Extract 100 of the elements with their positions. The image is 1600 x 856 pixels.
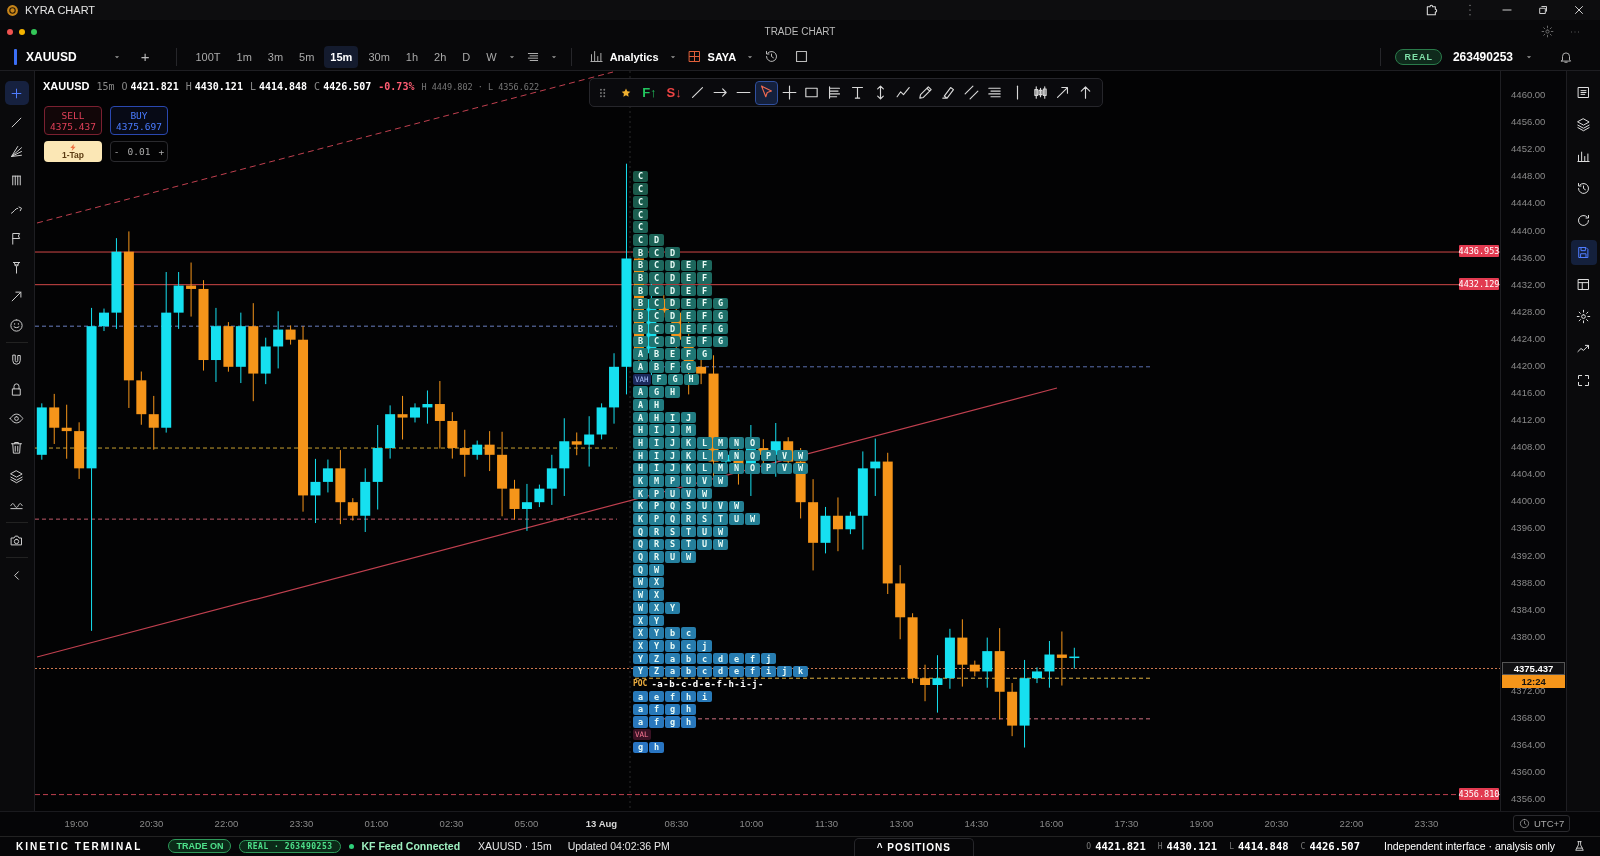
bearish-candle — [434, 380, 445, 450]
tpo-letter: C — [633, 183, 648, 195]
tpo-letter: g — [633, 741, 648, 754]
interval-tab[interactable]: 2h — [428, 45, 453, 68]
tpo-letter: a — [665, 652, 680, 665]
interval-tab[interactable]: 1h — [399, 45, 425, 68]
time-tick-label: 19:00 — [63, 818, 90, 830]
ohlc-key: L — [1229, 841, 1234, 851]
tpo-letter: P — [649, 500, 664, 513]
price-tick-label: 4448.00 — [1511, 170, 1546, 182]
interval-tab[interactable]: 5m — [293, 45, 321, 68]
tpo-letter: W — [681, 551, 696, 563]
tpo-letter: b — [681, 665, 696, 678]
analytics-menu[interactable]: Analytics — [583, 45, 664, 68]
tpo-letter: C — [633, 234, 648, 246]
layout-menu[interactable]: SAYA — [681, 45, 742, 68]
time-tick-label: 11:30 — [813, 818, 840, 830]
legend-value: 4421.821 — [130, 81, 179, 93]
tpo-letter: G — [713, 310, 728, 322]
settings-icon[interactable] — [1541, 24, 1554, 39]
bearish-candle — [136, 371, 147, 426]
time-tick-label: 14:30 — [963, 818, 990, 830]
bullish-candle — [870, 438, 881, 497]
tpo-letter: X — [649, 602, 664, 614]
interval-tab[interactable]: 15m — [324, 45, 359, 68]
save-icon[interactable] — [1570, 240, 1597, 266]
tpo-letter: G — [667, 373, 683, 386]
zoom-dot-icon[interactable] — [31, 28, 37, 35]
tpo-letter: S — [681, 500, 696, 513]
interval-tab[interactable]: 3m — [261, 45, 290, 68]
tpo-letter: j — [761, 652, 776, 665]
ohlc-value: 4414.848 — [1238, 840, 1289, 853]
symbol-interval: XAUUSD · 15m — [478, 840, 552, 853]
quantity-field[interactable]: - 0.01 + — [110, 141, 168, 163]
price-tick-label: 4424.00 — [1511, 332, 1546, 344]
window-title: TRADE CHART — [763, 26, 837, 38]
tpo-letter: V — [777, 462, 792, 475]
bearish-candle — [907, 612, 918, 684]
bullish-candle — [273, 310, 284, 370]
minimize-dot-icon[interactable] — [19, 28, 25, 35]
tpo-letter: E — [681, 335, 696, 348]
buy-button[interactable]: BUY 4375.697 — [110, 106, 168, 136]
interval-tab[interactable]: 100T — [189, 45, 227, 68]
tpo-letter: K — [633, 513, 648, 525]
bullish-candle — [472, 440, 483, 461]
flask-icon[interactable] — [1573, 839, 1586, 853]
tpo-letter: G — [713, 297, 728, 310]
tpo-letter: C — [649, 246, 664, 259]
positions-tab[interactable]: ^ POSITIONS — [853, 838, 974, 856]
signal-tool[interactable]: F↑ — [638, 81, 661, 104]
tpo-letter: W — [633, 602, 648, 614]
tpo-letter: H — [633, 449, 648, 462]
tpo-letter: C — [649, 259, 664, 272]
price-tick-label: 4412.00 — [1511, 414, 1546, 426]
tpo-letter: B — [633, 310, 648, 322]
add-symbol-button[interactable]: + — [135, 45, 155, 68]
ohlc-value: 4421.821 — [1095, 840, 1146, 853]
bullish-candle — [820, 506, 831, 554]
symbol-selector[interactable]: XAUUSD — [21, 45, 82, 68]
account-type-badge: REAL — [1395, 48, 1442, 65]
ohlc-key: O — [1086, 841, 1092, 851]
current-price-tag: 4375.437 — [1502, 661, 1566, 675]
tpo-letter: W — [713, 526, 728, 538]
signal-tool[interactable]: S↓ — [662, 81, 686, 104]
interval-tab[interactable]: 1m — [230, 45, 258, 68]
tpo-letter: T — [713, 513, 728, 525]
tpo-letter: c — [681, 640, 696, 652]
price-tick-label: 4420.00 — [1511, 359, 1546, 371]
legend-interval: 15m — [96, 81, 115, 93]
tpo-letter: g — [665, 703, 680, 716]
ohlc-key: C — [1300, 841, 1306, 851]
sell-button[interactable]: SELL 4375.437 — [44, 106, 102, 136]
tpo-letter: M — [681, 424, 696, 436]
legend-key: L — [249, 81, 256, 93]
tpo-letter: h — [681, 690, 696, 703]
account-selector[interactable]: 263490253 — [1447, 45, 1518, 68]
close-dot-icon[interactable] — [7, 28, 13, 35]
tpo-letter: f — [649, 716, 664, 728]
tpo-letter: G — [649, 386, 664, 398]
tpo-letter: J — [665, 462, 680, 475]
tpo-letter: G — [713, 335, 728, 348]
tpo-letter: F — [681, 348, 696, 360]
increase-button[interactable]: + — [158, 146, 165, 158]
tpo-letter: J — [665, 449, 680, 462]
bullish-candle — [385, 405, 396, 460]
tpo-letter: K — [681, 449, 696, 462]
decrease-button[interactable]: - — [113, 146, 120, 158]
interval-tab[interactable]: W — [480, 45, 503, 68]
one-tap-button[interactable]: 1-Tap — [44, 141, 102, 163]
interval-tab[interactable]: D — [456, 45, 477, 68]
tpo-letter: Y — [633, 665, 648, 678]
ohlc-key: H — [1157, 841, 1163, 851]
tpo-letter: X — [649, 576, 664, 589]
cursor-icon[interactable] — [755, 81, 777, 104]
tpo-letter: G — [713, 323, 728, 335]
price-tick-label: 4460.00 — [1511, 89, 1546, 101]
legend-key: O — [121, 81, 128, 93]
interval-tab[interactable]: 30m — [362, 45, 396, 68]
timezone-button[interactable]: UTC+7 — [1513, 815, 1571, 833]
tpo-letter: Q — [633, 551, 648, 563]
